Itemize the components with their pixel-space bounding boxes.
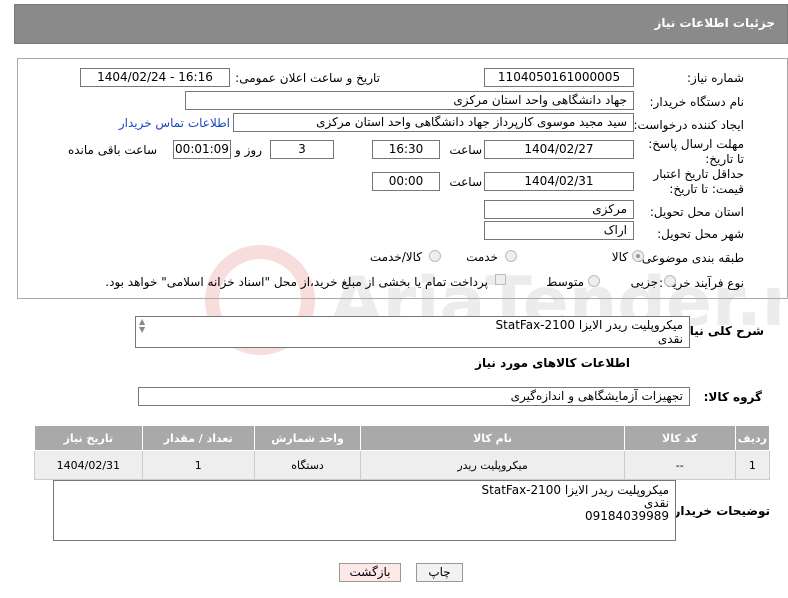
col-qty: تعداد / مقدار xyxy=(141,425,255,451)
buyer-org-label: نام دستگاه خریدار: xyxy=(649,95,745,109)
col-unit: واحد شمارش xyxy=(253,425,362,451)
category-label: طبقه بندی موضوعی: xyxy=(637,251,744,265)
cell-qty: 1 xyxy=(141,450,255,480)
col-date: تاریخ نیاز xyxy=(34,425,143,451)
reply-deadline-label: مهلت ارسال پاسخ: تا تاریخ: xyxy=(648,137,744,166)
treasury-payment-checkbox[interactable] xyxy=(495,274,506,285)
col-row: ردیف xyxy=(734,425,771,451)
need-number-label: شماره نیاز: xyxy=(687,71,744,85)
creator-field[interactable]: سید مجید موسوی کارپرداز جهاد دانشگاهی وا… xyxy=(233,113,634,132)
back-button[interactable]: بازگشت xyxy=(339,563,401,582)
announce-date-field[interactable]: 1404/02/24 - 16:16 xyxy=(80,68,230,87)
need-number-field[interactable]: 1104050161000005 xyxy=(484,68,634,87)
process-medium-label: متوسط xyxy=(546,275,584,289)
page-header: جزئیات اطلاعات نیاز xyxy=(14,4,788,44)
category-goods-service-label: کالا/خدمت xyxy=(369,250,422,264)
buyer-org-field[interactable]: جهاد دانشگاهی واحد استان مرکزی xyxy=(185,91,634,110)
category-goods-service-radio[interactable] xyxy=(429,250,441,262)
days-field[interactable]: 3 xyxy=(270,140,334,159)
city-label: شهر محل تحویل: xyxy=(657,227,744,241)
days-label: روز و xyxy=(235,143,262,157)
announce-date-label: تاریخ و ساعت اعلان عمومی: xyxy=(235,71,380,85)
description-textarea[interactable]: میکروپلیت ریدر الایزا StatFax-2100 نقدی xyxy=(135,316,690,348)
buyer-notes-textarea[interactable]: میکروپلیت ریدر الایزا StatFax-2100 نقدی … xyxy=(53,480,676,541)
category-service-label: خدمت xyxy=(466,250,498,264)
category-goods-label: کالا xyxy=(611,250,628,264)
page-title: جزئیات اطلاعات نیاز xyxy=(654,16,775,30)
remaining-time-label: ساعت باقی مانده xyxy=(67,143,157,157)
process-minor-radio[interactable] xyxy=(664,275,676,287)
category-goods-radio[interactable] xyxy=(632,250,644,262)
col-name: نام کالا xyxy=(360,425,625,451)
cell-unit: دستگاه xyxy=(253,450,362,480)
print-button[interactable]: چاپ xyxy=(416,563,463,582)
buyer-contact-link[interactable]: اطلاعات تماس خریدار xyxy=(119,116,230,130)
table-header-row: ردیف کد کالا نام کالا واحد شمارش تعداد /… xyxy=(34,425,771,451)
reply-time-label: ساعت xyxy=(449,143,482,157)
price-deadline-label: حداقل تاریخ اعتبار قیمت: تا تاریخ: xyxy=(653,167,744,196)
province-field[interactable]: مرکزی xyxy=(484,200,634,219)
scroll-arrows-icon[interactable]: ▲ ▼ xyxy=(139,318,145,334)
price-date-field[interactable]: 1404/02/31 xyxy=(484,172,634,191)
goods-section-title: اطلاعات کالاهای مورد نیاز xyxy=(475,356,630,370)
cell-date: 1404/02/31 xyxy=(34,450,143,480)
description-label: شرح کلی نیاز: xyxy=(678,324,764,338)
goods-group-field[interactable]: تجهیزات آزمایشگاهی و اندازه‌گیری xyxy=(138,387,690,406)
process-medium-radio[interactable] xyxy=(588,275,600,287)
reply-time-field[interactable]: 16:30 xyxy=(372,140,440,159)
cell-row: 1 xyxy=(734,450,771,480)
creator-label: ایجاد کننده درخواست: xyxy=(633,118,744,132)
treasury-payment-note: پرداخت تمام یا بخشی از مبلغ خرید،از محل … xyxy=(105,275,488,289)
province-label: استان محل تحویل: xyxy=(649,205,744,219)
price-time-field[interactable]: 00:00 xyxy=(372,172,440,191)
reply-date-field[interactable]: 1404/02/27 xyxy=(484,140,634,159)
cell-name: میکروپلیت ریدر xyxy=(360,450,625,480)
remaining-time-field[interactable]: 00:01:09 xyxy=(173,140,231,159)
buyer-notes-label: توضیحات خریدار: xyxy=(668,504,770,518)
category-service-radio[interactable] xyxy=(505,250,517,262)
process-minor-label: جزیی xyxy=(630,275,658,289)
price-time-label: ساعت xyxy=(449,175,482,189)
table-row[interactable]: 1 -- میکروپلیت ریدر دستگاه 1 1404/02/31 xyxy=(34,450,771,480)
cell-code: -- xyxy=(623,450,736,480)
city-field[interactable]: اراک xyxy=(484,221,634,240)
goods-group-label: گروه کالا: xyxy=(703,390,762,404)
goods-table: ردیف کد کالا نام کالا واحد شمارش تعداد /… xyxy=(34,425,771,480)
col-code: کد کالا xyxy=(623,425,736,451)
